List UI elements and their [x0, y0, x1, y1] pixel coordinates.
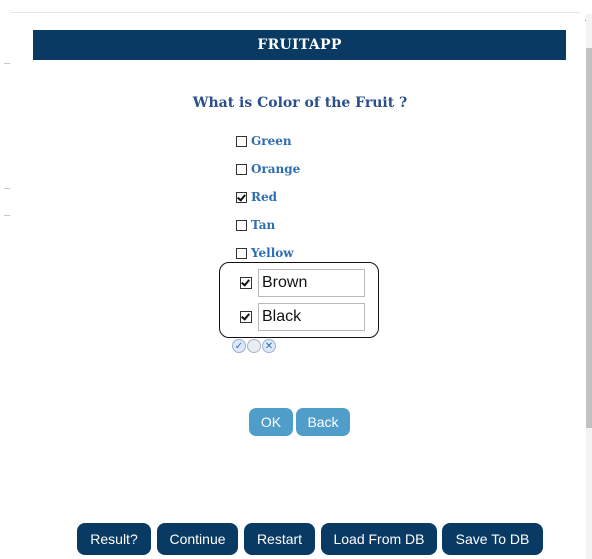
restart-button[interactable]: Restart [244, 523, 315, 555]
app-header: FRUITAPP [33, 30, 566, 60]
ok-button[interactable]: OK [249, 408, 293, 436]
custom-option-row[interactable] [240, 303, 365, 331]
load-from-db-button[interactable]: Load From DB [321, 523, 437, 555]
custom-option-row[interactable] [240, 269, 365, 297]
edge-mark [4, 188, 10, 189]
option-controls: ✓ ✕ [232, 339, 276, 353]
checkbox[interactable] [236, 191, 247, 203]
option-yellow[interactable]: Yellow [236, 245, 294, 261]
checkbox[interactable] [240, 277, 252, 289]
empty-circle-icon[interactable] [247, 339, 261, 353]
checkbox[interactable] [240, 311, 252, 323]
edge-mark [4, 215, 10, 216]
result-button[interactable]: Result? [77, 523, 151, 555]
option-tan[interactable]: Tan [236, 217, 275, 233]
checkbox[interactable] [236, 163, 247, 175]
custom-option-input[interactable] [258, 269, 365, 297]
checkbox[interactable] [236, 247, 247, 259]
top-divider [10, 12, 580, 13]
option-red[interactable]: Red [236, 189, 277, 205]
question-title: What is Color of the Fruit ? [192, 95, 408, 111]
option-label: Orange [251, 162, 301, 176]
option-label: Tan [251, 218, 276, 232]
option-label: Red [251, 190, 277, 204]
option-orange[interactable]: Orange [236, 161, 300, 177]
edge-mark [4, 63, 10, 64]
checkbox[interactable] [236, 219, 247, 231]
back-button[interactable]: Back [296, 408, 350, 436]
option-label: Yellow [251, 246, 294, 260]
continue-button[interactable]: Continue [157, 523, 238, 555]
option-green[interactable]: Green [236, 133, 292, 149]
x-circle-icon[interactable]: ✕ [262, 339, 276, 353]
option-label: Green [251, 134, 292, 148]
checkbox[interactable] [236, 135, 247, 147]
save-to-db-button[interactable]: Save To DB [442, 523, 543, 555]
app-window: ▴ FRUITAPP What is Color of the Fruit ? … [0, 0, 592, 559]
custom-option-input[interactable] [258, 303, 365, 331]
check-circle-icon[interactable]: ✓ [232, 339, 246, 353]
